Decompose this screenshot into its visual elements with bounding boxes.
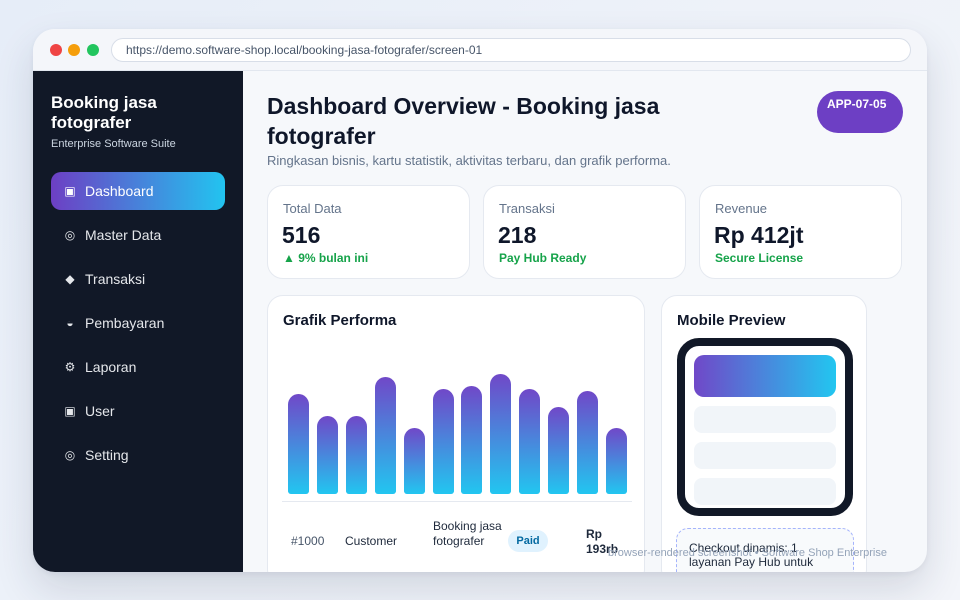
sidebar-item-user[interactable]: ▣ User	[51, 392, 225, 430]
sidebar-item-label: Laporan	[85, 359, 137, 375]
setting-icon: ◎	[64, 448, 76, 462]
sidebar-item-label: User	[85, 403, 115, 419]
master-data-icon: ◎	[64, 228, 76, 242]
sidebar-item-label: Master Data	[85, 227, 162, 243]
main-content: Dashboard Overview - Booking jasa fotogr…	[243, 71, 927, 572]
laporan-icon: ⚙	[64, 360, 76, 374]
customer-name: Customer	[345, 534, 398, 548]
sidebar-item-label: Pembayaran	[85, 315, 165, 331]
stat-label: Total Data	[283, 201, 342, 216]
stat-card-transaksi: Transaksi 218 Pay Hub Ready	[483, 185, 686, 279]
screenshot-watermark: browser-rendered screenshot • Software S…	[608, 547, 887, 559]
sidebar-item-label: Dashboard	[85, 183, 154, 199]
stat-value: 516	[282, 222, 321, 248]
bar-chart	[288, 364, 628, 494]
close-window-icon[interactable]	[50, 44, 62, 56]
chart-bar	[374, 377, 396, 494]
service-name: Booking jasa fotografer	[433, 519, 502, 548]
stat-status: Secure License	[715, 251, 804, 265]
stat-trend: ▲ 9% bulan ini	[283, 251, 369, 265]
sidebar-item-label: Setting	[85, 447, 129, 463]
sidebar-item-pembayaran[interactable]: ◒ Pembayaran	[51, 304, 225, 342]
stat-label: Transaksi	[499, 201, 555, 216]
chart-bar	[432, 389, 454, 494]
brand-subtitle: Enterprise Software Suite	[51, 138, 176, 150]
maximize-window-icon[interactable]	[87, 44, 99, 56]
divider	[282, 501, 632, 502]
chart-bar	[345, 416, 367, 494]
chart-bar	[403, 428, 425, 494]
stat-label: Revenue	[715, 201, 768, 216]
chart-bar	[316, 416, 338, 494]
stat-card-total-data: Total Data 516 ▲ 9% bulan ini	[267, 185, 470, 279]
dashboard-icon: ▣	[64, 184, 76, 198]
chart-bar	[577, 391, 598, 494]
transaksi-icon: ◆	[65, 272, 75, 286]
phone-placeholder-line	[694, 406, 836, 433]
minimize-window-icon[interactable]	[68, 44, 80, 56]
stat-card-revenue: Revenue Rp 412jt Secure License	[699, 185, 902, 279]
page-subtitle: Ringkasan bisnis, kartu statistik, aktiv…	[267, 153, 671, 168]
sidebar-item-setting[interactable]: ◎ Setting	[51, 436, 225, 474]
phone-placeholder-line	[694, 478, 836, 505]
stat-status: Pay Hub Ready	[499, 251, 587, 265]
sidebar-item-laporan[interactable]: ⚙ Laporan	[51, 348, 225, 386]
chart-bar	[605, 428, 627, 494]
chart-bar	[519, 389, 541, 494]
mobile-preview-card: Mobile Preview Checkout dinamis: 1 layan…	[661, 295, 867, 572]
chart-bar	[461, 386, 483, 494]
mobile-preview-title: Mobile Preview	[677, 312, 786, 329]
performance-chart-card: Grafik Performa #1000 Customer Booking j…	[267, 295, 645, 572]
browser-chrome: https://demo.software-shop.local/booking…	[33, 29, 927, 71]
stat-value: 218	[498, 222, 537, 248]
order-id: #1000	[291, 534, 325, 548]
address-bar[interactable]: https://demo.software-shop.local/booking…	[111, 38, 911, 62]
chart-bar	[490, 374, 512, 494]
sidebar: Booking jasa fotografer Enterprise Softw…	[33, 71, 243, 572]
phone-header-bar	[694, 355, 836, 397]
status-badge: Paid	[508, 530, 548, 552]
sidebar-item-label: Transaksi	[85, 271, 146, 287]
app-id-badge: APP-07-05	[817, 91, 903, 133]
sidebar-item-master-data[interactable]: ◎ Master Data	[51, 216, 225, 254]
brand-title: Booking jasa fotografer	[51, 93, 157, 132]
chart-title: Grafik Performa	[283, 312, 397, 329]
chart-bar	[548, 407, 570, 494]
sidebar-item-transaksi[interactable]: ◆ Transaksi	[51, 260, 225, 298]
chart-bar	[288, 394, 309, 494]
pembayaran-icon: ◒	[66, 316, 74, 330]
phone-mockup	[677, 338, 853, 516]
page-title: Dashboard Overview - Booking jasa fotogr…	[267, 93, 660, 149]
user-icon: ▣	[64, 404, 76, 418]
phone-placeholder-line	[694, 442, 836, 469]
stat-value: Rp 412jt	[714, 222, 804, 248]
browser-window: https://demo.software-shop.local/booking…	[33, 29, 927, 572]
sidebar-item-dashboard[interactable]: ▣ Dashboard	[51, 172, 225, 210]
